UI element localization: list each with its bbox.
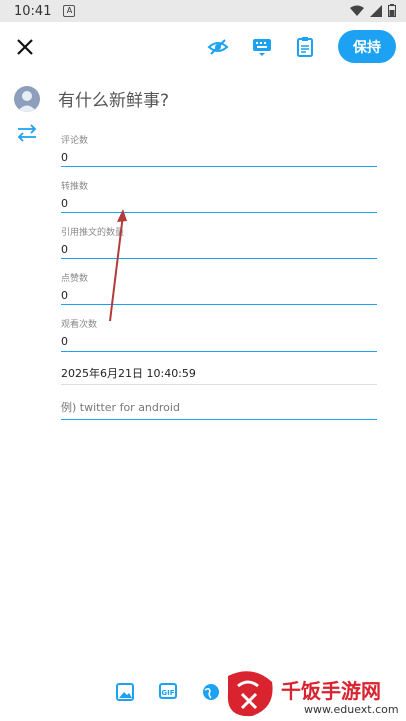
field-comments[interactable]: 评论数 0 xyxy=(61,133,377,167)
avatar[interactable] xyxy=(14,86,40,112)
status-time: 10:41 xyxy=(14,3,52,19)
wifi-icon xyxy=(350,5,364,16)
default-avatar-icon xyxy=(17,91,37,112)
status-icons xyxy=(350,4,396,17)
field-underline xyxy=(61,166,377,167)
clipboard-icon[interactable] xyxy=(294,36,316,58)
swap-arrows-icon[interactable] xyxy=(16,124,38,142)
compose-text-input[interactable]: 有什么新鲜事? xyxy=(58,86,169,111)
tweet-date-field[interactable]: 2025年6月21日 10:40:59 xyxy=(61,365,196,381)
compose-toolbar: 保持 xyxy=(0,22,406,72)
status-bar: 10:41 A xyxy=(0,0,406,22)
client-underline xyxy=(61,419,377,420)
image-icon[interactable] xyxy=(115,682,135,702)
notification-a-icon: A xyxy=(63,5,76,17)
field-label: 转推数 xyxy=(61,182,89,192)
annotation-arrow xyxy=(109,209,127,322)
close-icon[interactable] xyxy=(14,36,36,58)
date-underline xyxy=(61,384,377,385)
visibility-off-icon[interactable] xyxy=(207,36,229,58)
client-input[interactable]: 例) twitter for android xyxy=(61,399,180,415)
post-button[interactable]: 保持 xyxy=(338,30,396,63)
watermark-url: www.eduext.com xyxy=(304,703,399,716)
battery-icon xyxy=(388,4,396,17)
watermark-name: 千饭手游网 xyxy=(281,679,381,703)
field-value[interactable]: 0 xyxy=(61,151,377,164)
keyboard-icon[interactable] xyxy=(251,36,273,58)
gif-button[interactable]: GIF xyxy=(159,683,177,699)
globe-icon[interactable] xyxy=(201,682,221,702)
signal-icon xyxy=(370,4,382,17)
field-value[interactable]: 0 xyxy=(61,335,377,348)
field-label: 评论数 xyxy=(61,136,89,146)
field-underline xyxy=(61,351,377,352)
watermark-logo xyxy=(227,671,273,717)
